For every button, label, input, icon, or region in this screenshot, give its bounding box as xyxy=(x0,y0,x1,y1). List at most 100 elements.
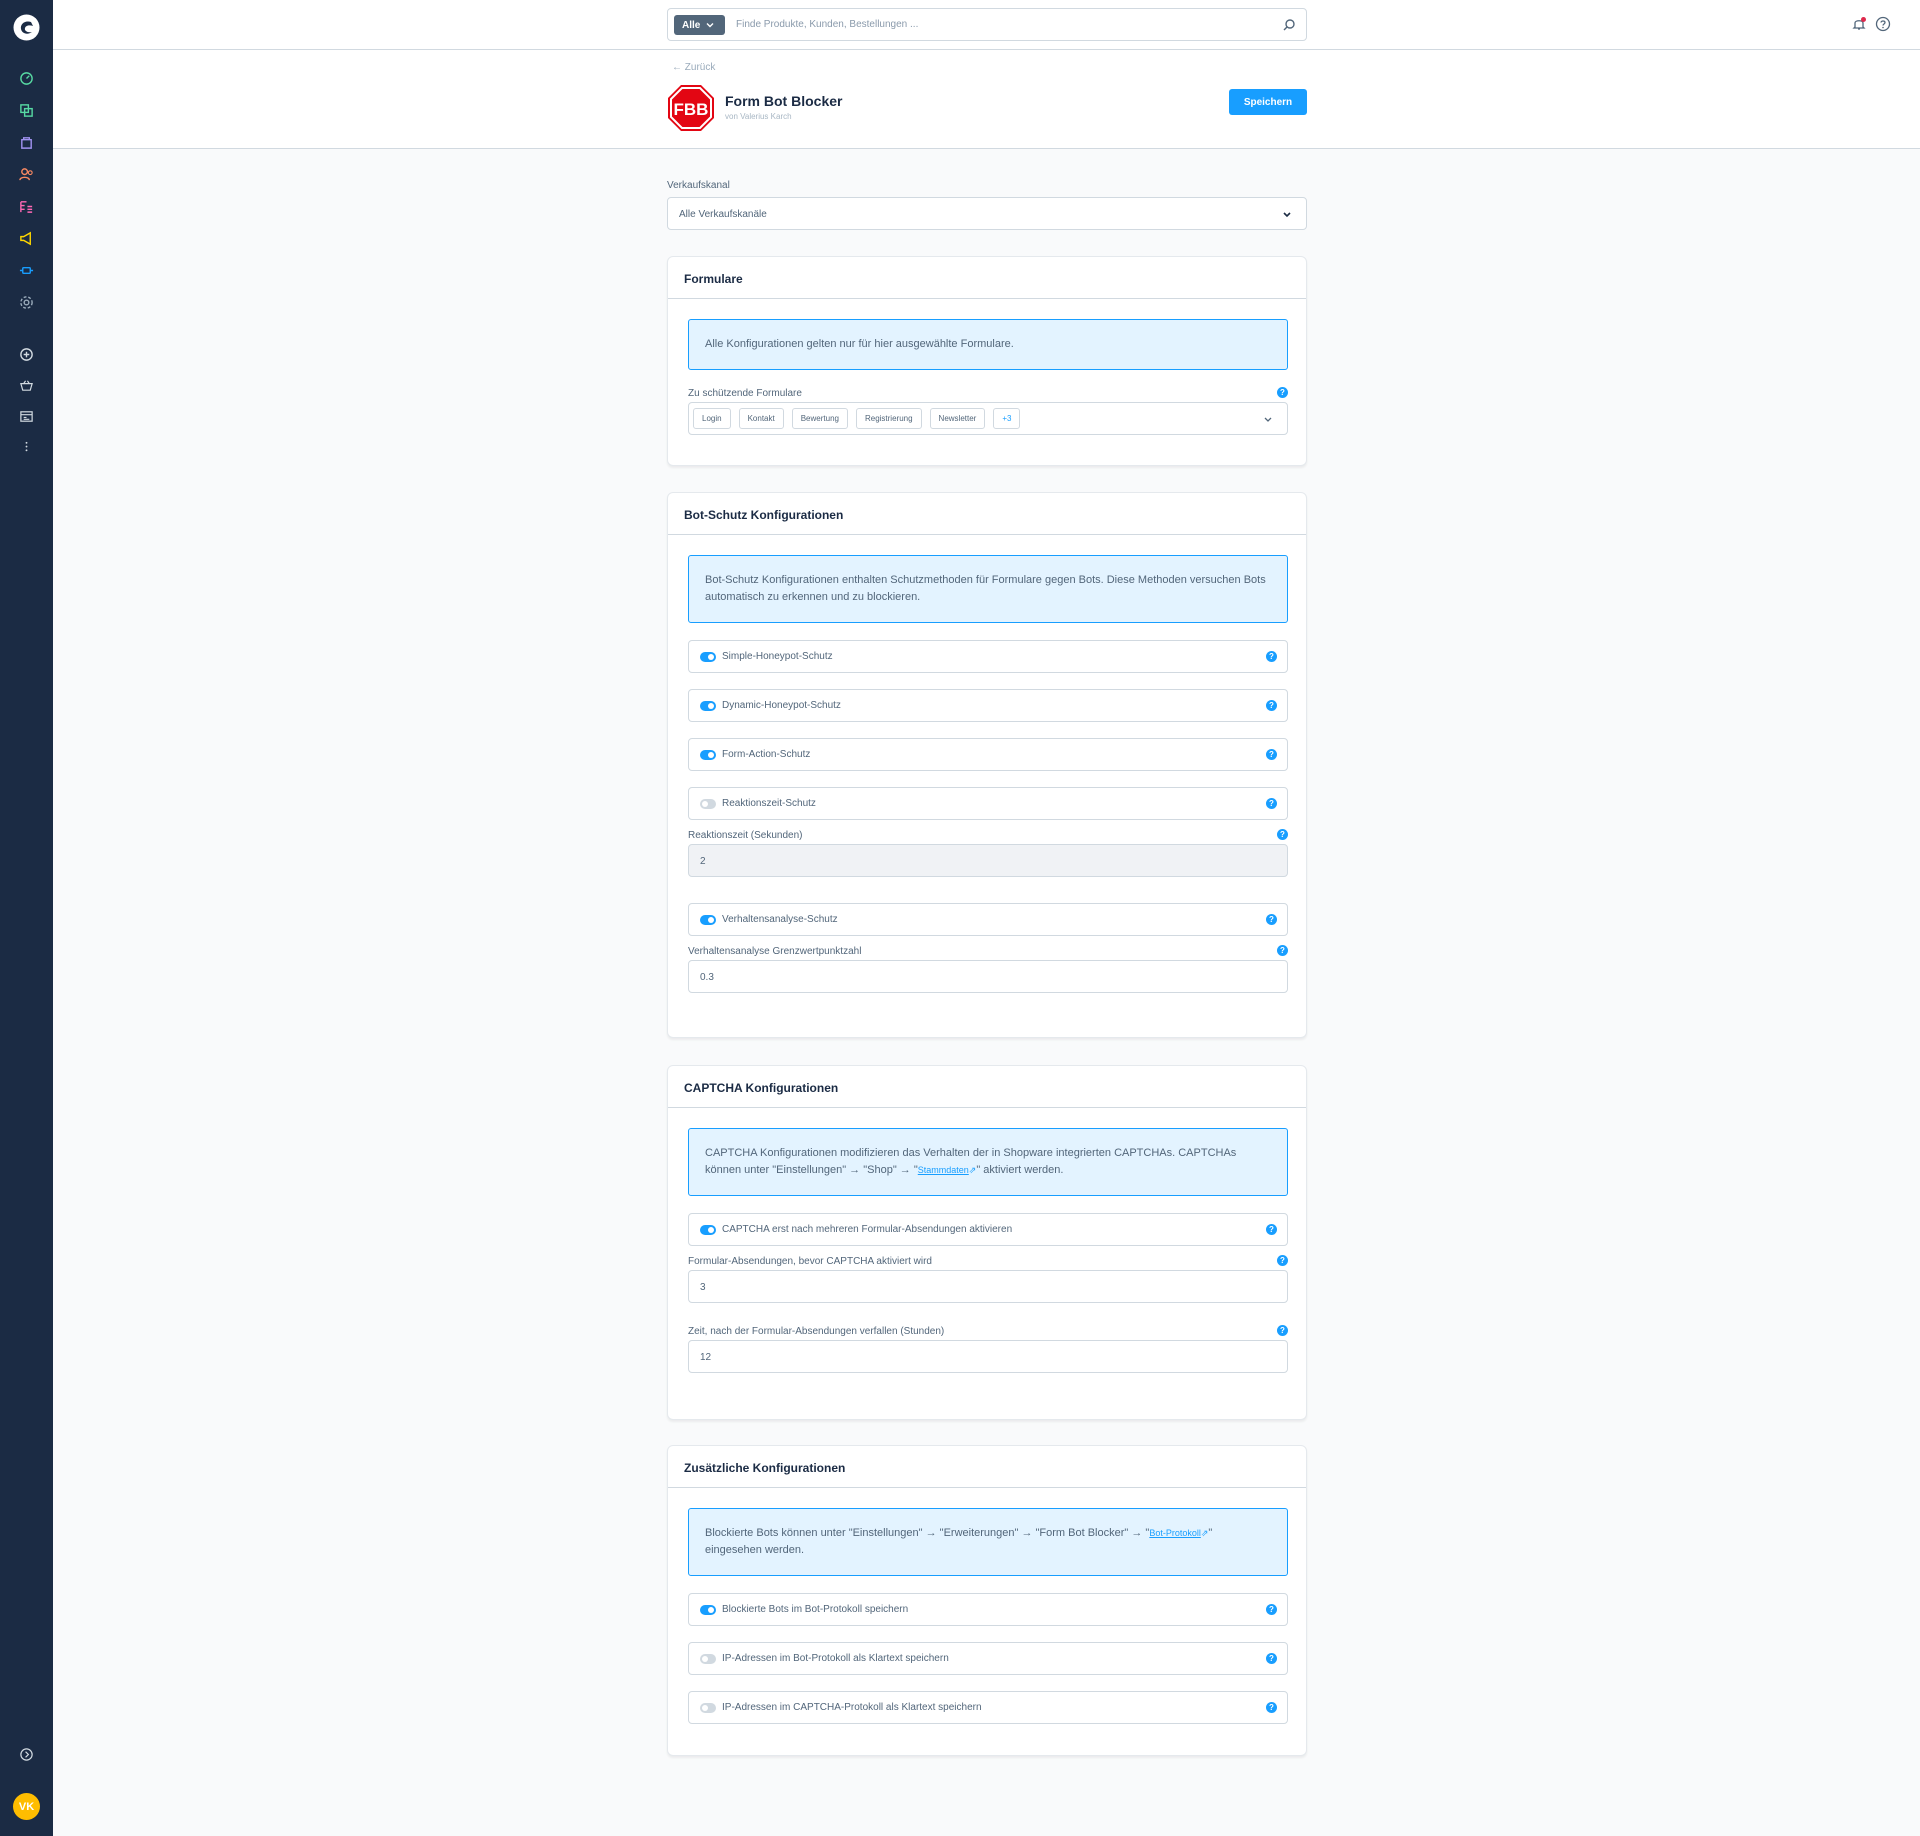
submissions-input[interactable]: 3 xyxy=(688,1270,1288,1303)
dashboard-icon[interactable] xyxy=(17,69,36,88)
shopware-logo-icon[interactable] xyxy=(13,14,40,41)
avatar[interactable]: VK xyxy=(13,1793,40,1820)
toggle-switch[interactable] xyxy=(700,700,716,711)
info-text-part: Blockierte Bots können unter "Einstellun… xyxy=(705,1527,1150,1539)
toggle-switch[interactable] xyxy=(700,1702,716,1713)
search-type-select[interactable]: Alle xyxy=(674,15,725,35)
toggle-label: Simple-Honeypot-Schutz xyxy=(722,651,833,662)
orders-icon[interactable] xyxy=(17,133,36,152)
plugin-logo-text: FBB xyxy=(674,100,709,119)
global-search[interactable]: Alle Finde Produkte, Kunden, Bestellunge… xyxy=(667,8,1307,41)
tag-registrierung[interactable]: Registrierung xyxy=(855,408,922,429)
submissions-label: Formular-Absendungen, bevor CAPTCHA akti… xyxy=(688,1256,932,1267)
storefront-icon[interactable] xyxy=(17,407,36,426)
bot-protection-card: Bot-Schutz Konfigurationen Bot-Schutz Ko… xyxy=(667,492,1307,1038)
info-text: Blockierte Bots können unter "Einstellun… xyxy=(705,1525,1271,1559)
basket-icon[interactable] xyxy=(17,376,36,395)
toggle-switch[interactable] xyxy=(700,651,716,662)
save-button[interactable]: Speichern xyxy=(1229,89,1307,115)
help-icon[interactable]: ? xyxy=(1266,798,1277,809)
toggle-row-ip-bot-log[interactable]: IP-Adressen im Bot-Protokoll als Klartex… xyxy=(688,1642,1288,1675)
search-type-label: Alle xyxy=(682,19,701,31)
tag-newsletter[interactable]: Newsletter xyxy=(929,408,986,429)
help-icon[interactable]: ? xyxy=(1266,1702,1277,1713)
saleschannel-select[interactable]: Alle Verkaufskanäle xyxy=(667,197,1307,230)
search-input[interactable]: Finde Produkte, Kunden, Bestellungen ... xyxy=(736,19,918,30)
help-icon[interactable]: ? xyxy=(1277,1255,1288,1266)
card-title: Bot-Schutz Konfigurationen xyxy=(668,493,1306,535)
forms-multiselect[interactable]: Login Kontakt Bewertung Registrierung Ne… xyxy=(688,402,1288,435)
info-box: Bot-Schutz Konfigurationen enthalten Sch… xyxy=(688,555,1288,623)
info-text: Alle Konfigurationen gelten nur für hier… xyxy=(705,338,1014,350)
help-icon[interactable]: ? xyxy=(1266,1653,1277,1664)
card-title: Zusätzliche Konfigurationen xyxy=(668,1446,1306,1488)
toggle-row-captcha-after-submissions[interactable]: CAPTCHA erst nach mehreren Formular-Abse… xyxy=(688,1213,1288,1246)
additional-card: Zusätzliche Konfigurationen Blockierte B… xyxy=(667,1445,1307,1756)
help-icon[interactable]: ? xyxy=(1266,700,1277,711)
customers-icon[interactable] xyxy=(17,165,36,184)
captcha-card: CAPTCHA Konfigurationen CAPTCHA Konfigur… xyxy=(667,1065,1307,1420)
catalogue-icon[interactable] xyxy=(17,101,36,120)
toggle-label: Verhaltensanalyse-Schutz xyxy=(722,914,838,925)
chevron-down-icon[interactable] xyxy=(1263,414,1273,424)
marketing-icon[interactable] xyxy=(17,229,36,248)
help-icon[interactable]: ? xyxy=(1266,651,1277,662)
toggle-label: Dynamic-Honeypot-Schutz xyxy=(722,700,841,711)
bot-log-link[interactable]: Bot-Protokoll xyxy=(1149,1528,1201,1538)
toggle-switch[interactable] xyxy=(700,798,716,809)
tag-login[interactable]: Login xyxy=(693,408,731,429)
chevron-down-icon xyxy=(706,23,714,28)
tag-more[interactable]: +3 xyxy=(993,408,1021,429)
toggle-row-log-blocked-bots[interactable]: Blockierte Bots im Bot-Protokoll speiche… xyxy=(688,1593,1288,1626)
toggle-switch[interactable] xyxy=(700,1653,716,1664)
card-title: CAPTCHA Konfigurationen xyxy=(668,1066,1306,1108)
help-icon[interactable]: ? xyxy=(1277,1325,1288,1336)
back-link[interactable]: ← Zurück xyxy=(672,62,715,73)
help-icon[interactable]: ? xyxy=(1277,829,1288,840)
page-header: ← Zurück FBB Form Bot Blocker von Valeri… xyxy=(53,50,1920,149)
tag-bewertung[interactable]: Bewertung xyxy=(791,408,848,429)
toggle-switch[interactable] xyxy=(700,1224,716,1235)
saleschannel-section: Verkaufskanal Alle Verkaufskanäle xyxy=(667,180,1307,230)
toggle-switch[interactable] xyxy=(700,749,716,760)
info-text: Bot-Schutz Konfigurationen enthalten Sch… xyxy=(705,574,1266,603)
help-icon[interactable]: ? xyxy=(1277,945,1288,956)
info-box: CAPTCHA Konfigurationen modifizieren das… xyxy=(688,1128,1288,1196)
bell-icon[interactable] xyxy=(1851,16,1867,32)
sidebar: VK xyxy=(0,0,53,1836)
add-icon[interactable] xyxy=(17,345,36,364)
expiry-input[interactable]: 12 xyxy=(688,1340,1288,1373)
content-icon[interactable] xyxy=(17,197,36,216)
page-title: Form Bot Blocker xyxy=(725,93,843,109)
toggle-label: Form-Action-Schutz xyxy=(722,749,811,760)
help-icon[interactable] xyxy=(1875,16,1891,32)
toggle-row-form-action[interactable]: Form-Action-Schutz? xyxy=(688,738,1288,771)
help-icon[interactable]: ? xyxy=(1266,1224,1277,1235)
toggle-row-dynamic-honeypot[interactable]: Dynamic-Honeypot-Schutz? xyxy=(688,689,1288,722)
toggle-label: IP-Adressen im CAPTCHA-Protokoll als Kla… xyxy=(722,1702,982,1713)
toggle-switch[interactable] xyxy=(700,1604,716,1615)
toggle-row-behavior-analysis[interactable]: Verhaltensanalyse-Schutz? xyxy=(688,903,1288,936)
help-icon[interactable]: ? xyxy=(1266,1604,1277,1615)
reaction-time-label: Reaktionszeit (Sekunden) xyxy=(688,830,803,841)
settings-icon[interactable] xyxy=(17,293,36,312)
saleschannel-label: Verkaufskanal xyxy=(667,180,730,191)
threshold-input[interactable]: 0.3 xyxy=(688,960,1288,993)
help-icon[interactable]: ? xyxy=(1266,749,1277,760)
info-text: CAPTCHA Konfigurationen modifizieren das… xyxy=(705,1145,1271,1179)
toggle-row-simple-honeypot[interactable]: Simple-Honeypot-Schutz? xyxy=(688,640,1288,673)
stammdaten-link[interactable]: Stammdaten xyxy=(918,1165,969,1175)
help-icon[interactable]: ? xyxy=(1266,914,1277,925)
reaction-time-input[interactable]: 2 xyxy=(688,844,1288,877)
extensions-icon[interactable] xyxy=(17,261,36,280)
chevron-down-icon xyxy=(1283,212,1291,218)
collapse-icon[interactable] xyxy=(17,1745,36,1764)
tag-kontakt[interactable]: Kontakt xyxy=(738,408,784,429)
search-icon[interactable] xyxy=(1282,18,1296,32)
toggle-row-ip-captcha-log[interactable]: IP-Adressen im CAPTCHA-Protokoll als Kla… xyxy=(688,1691,1288,1724)
toggle-switch[interactable] xyxy=(700,914,716,925)
help-icon[interactable]: ? xyxy=(1277,387,1288,398)
more-icon[interactable] xyxy=(17,437,36,456)
toggle-label: CAPTCHA erst nach mehreren Formular-Abse… xyxy=(722,1224,1013,1235)
toggle-row-reaction-time[interactable]: Reaktionszeit-Schutz? xyxy=(688,787,1288,820)
